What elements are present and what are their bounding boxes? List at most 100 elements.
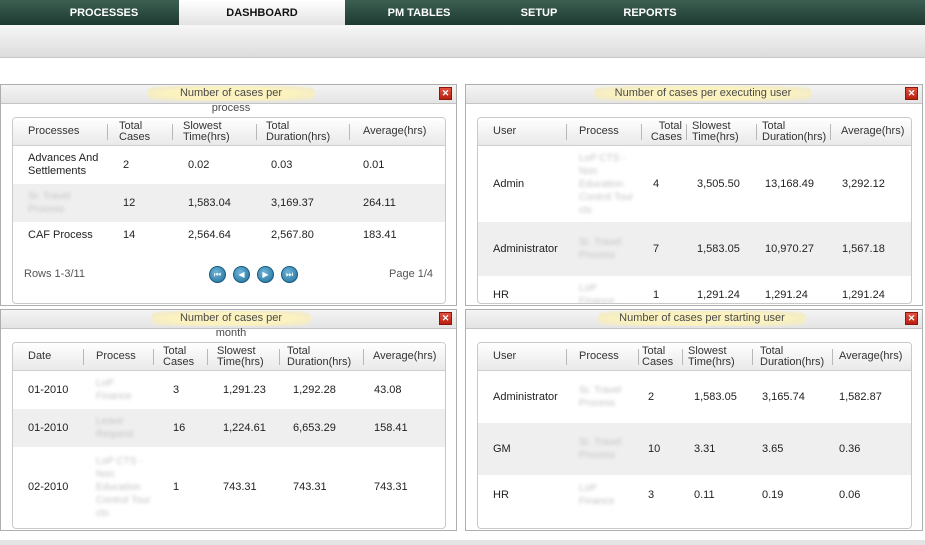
column-header-total-cases[interactable]: Total Cases (642, 343, 680, 370)
tab-reports[interactable]: REPORTS (605, 0, 695, 25)
data-grid: User Process Total Cases Slowest Time(hr… (477, 342, 912, 529)
panel-cases-per-executing-user: Number of cases per executing user ✕ Use… (465, 84, 923, 306)
cell-total-duration: 743.31 (293, 481, 327, 493)
cell-process: Sr. Travel Process (579, 237, 622, 261)
cell-total-cases: 16 (173, 421, 186, 434)
last-page-icon[interactable]: ⏭ (281, 266, 298, 283)
column-header-total-cases[interactable]: Total Cases (119, 118, 159, 145)
previous-page-icon[interactable]: ◀ (233, 266, 250, 283)
cell-total-cases: 3 (648, 488, 655, 501)
table-row[interactable]: GM Sr. Travel Process 10 3.31 3.65 0.36 (478, 423, 911, 475)
cell-total-cases: 10 (648, 442, 661, 455)
cell-date: 01-2010 (28, 383, 69, 396)
cell-slowest-time: 1,583.04 (188, 196, 231, 209)
panel-cases-per-month: Number of cases per month ✕ Date Process… (0, 309, 457, 531)
column-header-processes[interactable]: Processes (28, 118, 98, 145)
column-header-process[interactable]: Process (96, 343, 136, 370)
table-row[interactable]: Advances And Settlements 2 0.02 0.03 0.0… (13, 146, 445, 184)
column-header-date[interactable]: Date (28, 343, 51, 370)
tab-processes[interactable]: PROCESSES (52, 0, 156, 25)
cell-average: 3,292.12 (842, 177, 885, 190)
column-header-slowest-time[interactable]: Slowest Time(hrs) (183, 118, 245, 145)
cell-total-cases: 4 (653, 177, 660, 190)
cell-slowest-time: 1,291.23 (223, 383, 266, 396)
cell-user: HR (493, 288, 509, 301)
panel-title-bar: Number of cases per month ✕ (1, 310, 456, 339)
cell-date: 01-2010 (28, 421, 69, 434)
tab-setup[interactable]: SETUP (500, 0, 578, 25)
close-icon[interactable]: ✕ (439, 87, 452, 100)
table-row[interactable]: CAF Process 14 2,564.64 2,567.80 183.41 (13, 222, 445, 248)
cell-total-cases: 1 (653, 288, 660, 301)
table-row[interactable]: Administrator Sr. Travel Process 2 1,583… (478, 371, 911, 423)
close-icon[interactable]: ✕ (439, 312, 452, 325)
cell-process: Leave Request (96, 416, 134, 440)
table-row[interactable]: 01-2010 LoP Finance 3 1,291.23 1,292.28 … (13, 371, 445, 409)
cell-process: Sr. Travel Process (28, 191, 71, 215)
column-header-process[interactable]: Process (579, 118, 619, 145)
cell-user: Administrator (493, 242, 558, 255)
cell-total-duration: 3,165.74 (762, 390, 805, 403)
cell-average: 0.06 (839, 488, 861, 501)
cell-slowest-time: 743.31 (223, 481, 257, 493)
column-header-total-duration[interactable]: Total Duration(hrs) (266, 118, 344, 145)
tab-dashboard[interactable]: DASHBOARD (179, 0, 345, 25)
cell-process: LoP CTS - Non Education Control Tour cts (96, 456, 151, 519)
panel-cases-per-starting-user: Number of cases per starting user ✕ User… (465, 309, 923, 531)
table-row[interactable]: 02-2010 LoP CTS - Non Education Control … (13, 447, 445, 528)
cell-total-cases: 12 (123, 196, 136, 209)
column-header-user[interactable]: User (493, 118, 516, 145)
cell-total-cases: 3 (173, 383, 180, 396)
column-header-total-duration[interactable]: Total Duration(hrs) (287, 343, 359, 370)
column-header-slowest-time[interactable]: Slowest Time(hrs) (217, 343, 275, 370)
bottom-edge (0, 540, 925, 545)
grid-header: Date Process Total Cases Slowest Time(hr… (13, 343, 445, 371)
cell-average: 0.36 (839, 442, 861, 455)
column-header-user[interactable]: User (493, 343, 516, 370)
cell-average: 1,291.24 (842, 288, 885, 301)
column-header-process[interactable]: Process (579, 343, 619, 370)
panel-title: Number of cases per executing user (594, 86, 812, 101)
table-row[interactable]: 01-2010 Leave Request 16 1,224.61 6,653.… (13, 409, 445, 447)
panel-title: Number of cases per starting user (598, 311, 806, 326)
table-row[interactable]: HR LoP Finance 1 1,291.24 1,291.24 1,291… (478, 276, 911, 303)
cell-total-duration: 0.19 (762, 488, 784, 501)
column-header-total-cases[interactable]: Total Cases (646, 118, 682, 145)
column-header-slowest-time[interactable]: Slowest Time(hrs) (688, 343, 746, 370)
column-header-total-cases[interactable]: Total Cases (163, 343, 201, 370)
column-header-average[interactable]: Average(hrs) (839, 343, 911, 370)
cell-user: HR (493, 488, 509, 501)
column-header-total-duration[interactable]: Total Duration(hrs) (762, 118, 834, 145)
table-row[interactable]: HR LoP Finance 3 0.11 0.19 0.06 (478, 475, 911, 515)
cell-total-duration: 6,653.29 (293, 421, 336, 434)
cell-slowest-time: 1,583.05 (697, 242, 740, 255)
table-row[interactable]: Admin LoP CTS - Non Education Control To… (478, 146, 911, 222)
cell-average: 1,582.87 (839, 390, 882, 403)
column-header-average[interactable]: Average(hrs) (363, 118, 443, 145)
next-page-icon[interactable]: ▶ (257, 266, 274, 283)
close-icon[interactable]: ✕ (905, 312, 918, 325)
cell-average: 0.01 (363, 158, 385, 171)
cell-slowest-time: 2,564.64 (188, 228, 231, 241)
cell-total-duration: 0.03 (271, 158, 293, 171)
table-row[interactable]: Administrator Sr. Travel Process 7 1,583… (478, 222, 911, 276)
data-grid: Date Process Total Cases Slowest Time(hr… (12, 342, 446, 529)
close-icon[interactable]: ✕ (905, 87, 918, 100)
cell-average: 264.11 (363, 196, 396, 209)
first-page-icon[interactable]: ⏮ (209, 266, 226, 283)
column-header-average[interactable]: Average(hrs) (841, 118, 911, 145)
tab-pm-tables[interactable]: PM TABLES (370, 0, 468, 25)
column-header-total-duration[interactable]: Total Duration(hrs) (760, 343, 832, 370)
cell-user: Administrator (493, 390, 558, 403)
cell-average: 743.31 (374, 481, 408, 493)
grid-header: Processes Total Cases Slowest Time(hrs) … (13, 118, 445, 146)
cell-process: LoP Finance (579, 483, 615, 507)
cell-total-duration: 1,291.24 (765, 288, 808, 301)
cell-total-cases: 1 (173, 481, 180, 493)
column-header-slowest-time[interactable]: Slowest Time(hrs) (692, 118, 750, 145)
table-row[interactable]: Sr. Travel Process 12 1,583.04 3,169.37 … (13, 184, 445, 222)
cell-slowest-time: 3,505.50 (697, 177, 740, 190)
column-header-average[interactable]: Average(hrs) (373, 343, 445, 370)
cell-total-duration: 1,292.28 (293, 383, 336, 396)
panel-title: Number of cases per process (147, 86, 315, 114)
